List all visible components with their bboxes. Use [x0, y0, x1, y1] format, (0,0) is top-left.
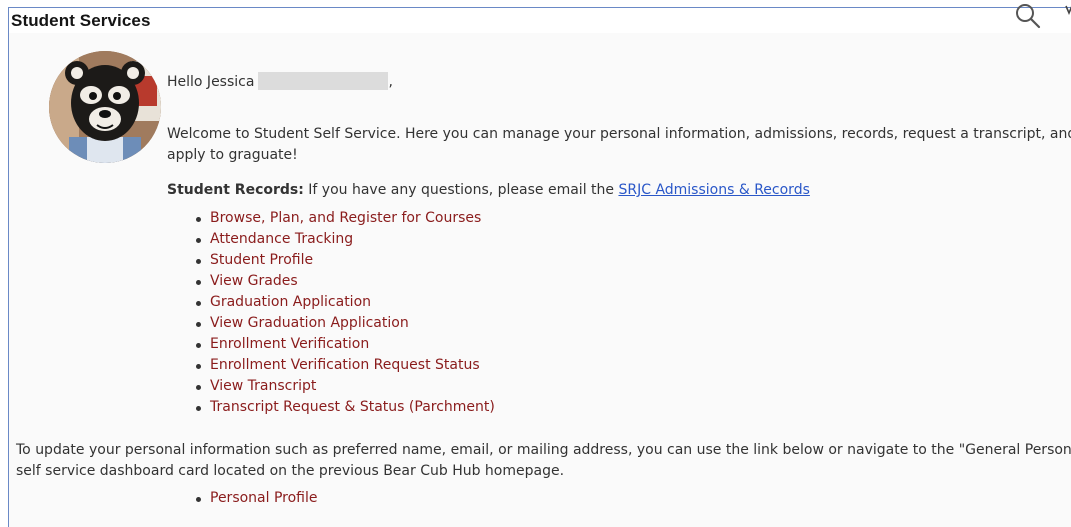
greeting: Hello Jessica,	[167, 72, 393, 93]
student-records-label: Student Records:	[167, 182, 304, 198]
link-browse-plan-register[interactable]: Browse, Plan, and Register for Courses	[210, 210, 481, 226]
list-item: Student Profile	[194, 250, 495, 271]
admissions-records-email-link[interactable]: SRJC Admissions & Records	[618, 182, 809, 198]
list-item: Transcript Request & Status (Parchment)	[194, 397, 495, 418]
link-transcript-request-status[interactable]: Transcript Request & Status (Parchment)	[210, 399, 495, 415]
link-enrollment-verification-status[interactable]: Enrollment Verification Request Status	[210, 357, 480, 373]
student-services-card: Student Services Hello Jessica , Welcome…	[8, 4, 1071, 527]
link-graduation-application[interactable]: Graduation Application	[210, 294, 371, 310]
update-info-text: To update your personal information such…	[16, 442, 1071, 479]
link-student-profile[interactable]: Student Profile	[210, 252, 313, 268]
list-item: View Graduation Application	[194, 313, 495, 334]
chevron-down-icon[interactable]	[1064, 5, 1071, 17]
avatar	[49, 51, 161, 163]
redacted-last-name	[258, 72, 389, 90]
list-item: View Transcript	[194, 376, 495, 397]
card-header: Student Services	[9, 4, 1071, 33]
list-item: Attendance Tracking	[194, 229, 495, 250]
search-icon[interactable]	[1014, 2, 1042, 30]
link-view-transcript[interactable]: View Transcript	[210, 378, 316, 394]
greeting-text: Hello Jessica	[167, 74, 255, 90]
bear-mascot-avatar	[49, 51, 161, 163]
list-item: Enrollment Verification	[194, 334, 495, 355]
list-item: View Grades	[194, 271, 495, 292]
list-item: Browse, Plan, and Register for Courses	[194, 208, 495, 229]
list-item: Personal Profile	[194, 488, 318, 509]
link-personal-profile[interactable]: Personal Profile	[210, 490, 318, 506]
personal-links: Personal Profile	[194, 488, 318, 509]
list-item: Graduation Application	[194, 292, 495, 313]
link-view-graduation-application[interactable]: View Graduation Application	[210, 315, 409, 331]
student-records-links: Browse, Plan, and Register for Courses A…	[194, 208, 495, 418]
card-title: Student Services	[11, 11, 151, 30]
link-view-grades[interactable]: View Grades	[210, 273, 298, 289]
link-enrollment-verification[interactable]: Enrollment Verification	[210, 336, 369, 352]
student-records-note: Student Records: If you have any questio…	[167, 180, 810, 201]
list-item: Enrollment Verification Request Status	[194, 355, 495, 376]
greeting-suffix: ,	[388, 74, 393, 90]
welcome-text: Welcome to Student Self Service. Here yo…	[167, 126, 1071, 163]
link-attendance-tracking[interactable]: Attendance Tracking	[210, 231, 353, 247]
student-records-text: If you have any questions, please email …	[303, 182, 619, 198]
